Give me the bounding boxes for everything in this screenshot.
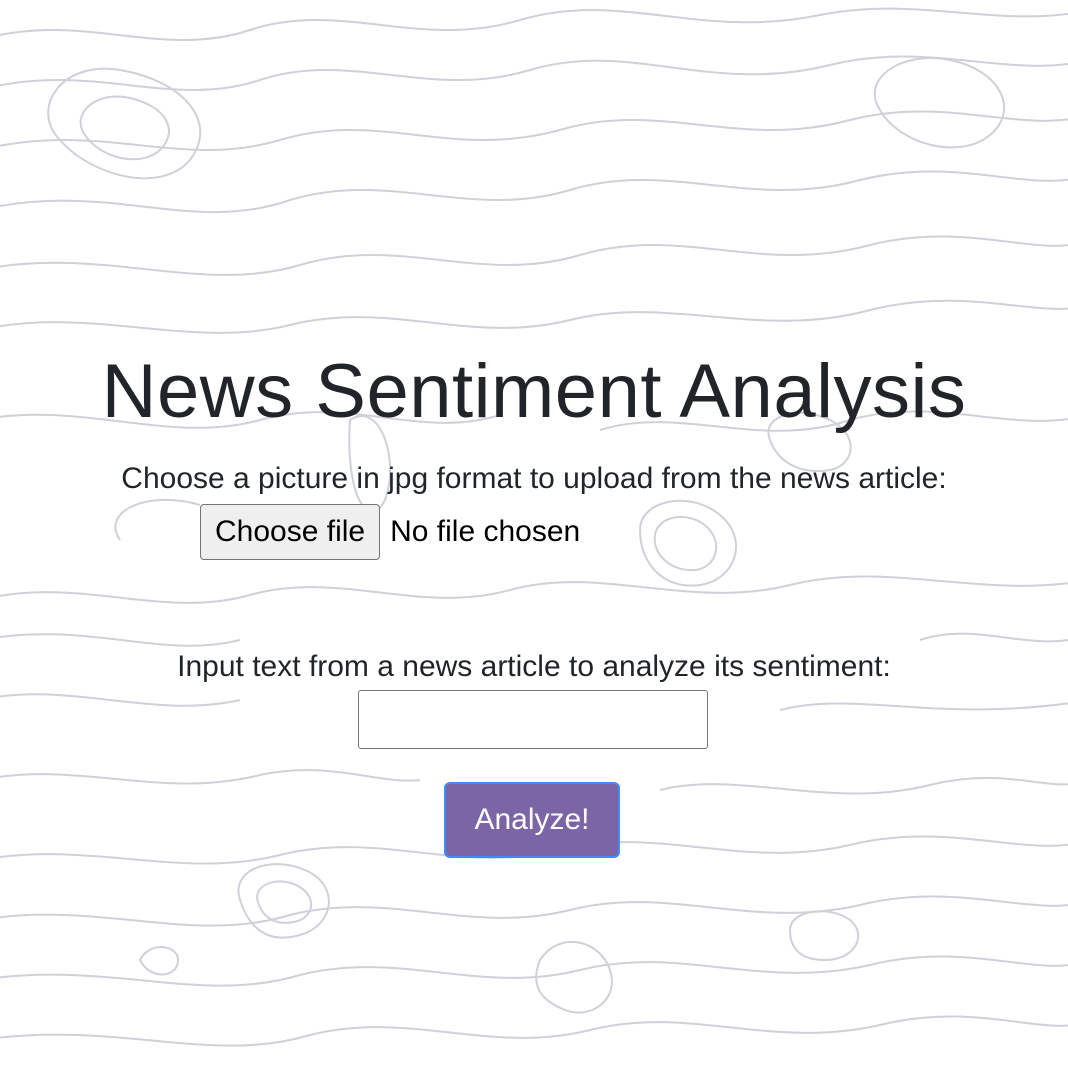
file-upload-label: Choose a picture in jpg format to upload… — [121, 462, 947, 495]
text-input-label: Input text from a news article to analyz… — [177, 650, 891, 683]
file-status-text: No file chosen — [390, 515, 581, 548]
choose-file-button[interactable]: Choose file — [200, 504, 381, 560]
file-upload-control[interactable]: Choose file No file chosen — [200, 503, 580, 561]
page-title: News Sentiment Analysis — [101, 349, 967, 434]
page: News Sentiment Analysis Choose a picture… — [0, 0, 1068, 1066]
article-text-input[interactable] — [358, 690, 708, 749]
analyze-button[interactable]: Analyze! — [444, 782, 620, 858]
main-content: News Sentiment Analysis Choose a picture… — [0, 0, 1068, 1066]
